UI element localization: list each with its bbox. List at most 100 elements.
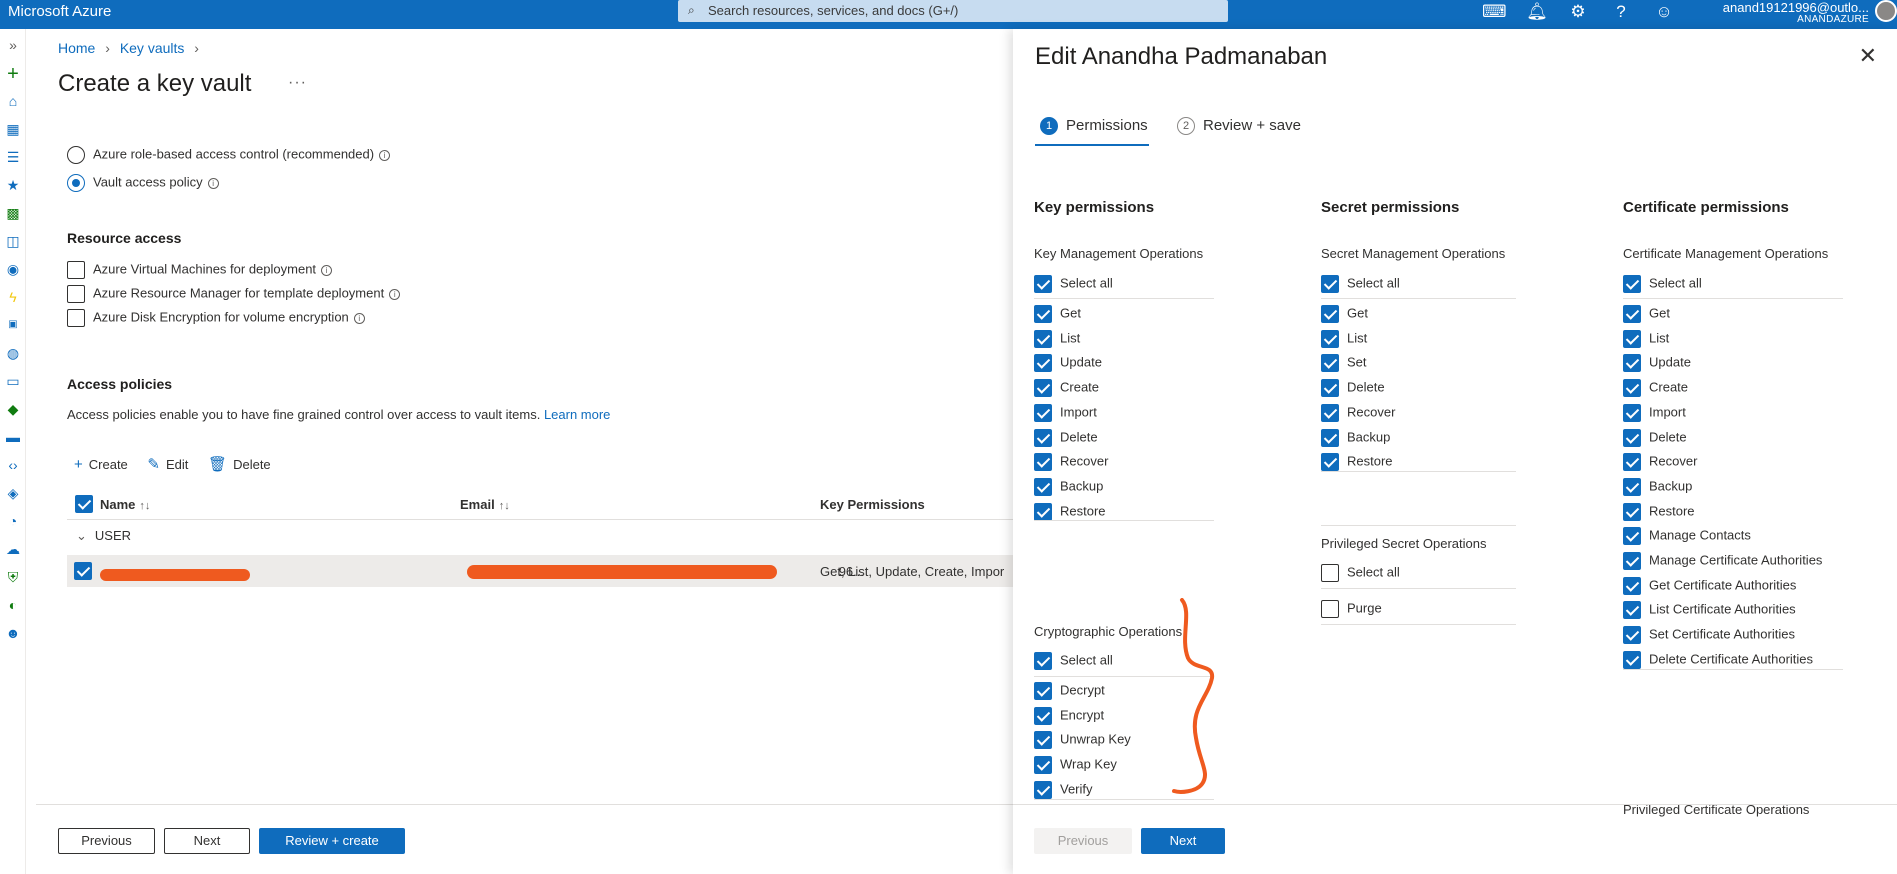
permission-checkbox[interactable]: Restore — [1034, 502, 1106, 521]
panel-next-button[interactable]: Next — [1141, 828, 1225, 854]
info-icon[interactable]: i — [207, 177, 219, 189]
checkbox[interactable] — [1034, 706, 1052, 725]
checkbox[interactable] — [1623, 354, 1641, 373]
settings-icon[interactable]: ⚙ — [1566, 2, 1590, 22]
edit-button[interactable]: ✎ Edit — [147, 455, 188, 473]
checkbox[interactable] — [1321, 305, 1339, 323]
permission-checkbox[interactable]: Recover — [1623, 453, 1697, 472]
permission-checkbox[interactable]: Create — [1623, 379, 1688, 398]
permission-checkbox[interactable]: Create — [1034, 379, 1099, 398]
info-icon[interactable]: i — [389, 288, 401, 300]
permission-checkbox[interactable]: Delete — [1034, 428, 1098, 447]
checkbox[interactable] — [1034, 275, 1052, 293]
checkbox[interactable] — [1623, 576, 1641, 595]
permission-checkbox[interactable]: Set — [1321, 354, 1367, 373]
cost-icon[interactable]: ◐ — [3, 595, 23, 615]
virtual-network-icon[interactable]: ‹› — [3, 455, 23, 475]
select-all-checkbox[interactable] — [75, 495, 101, 513]
permission-checkbox[interactable]: Get — [1034, 305, 1081, 323]
permission-checkbox[interactable]: List — [1623, 329, 1669, 348]
permission-checkbox[interactable]: Delete — [1321, 379, 1385, 398]
checkbox[interactable] — [1034, 477, 1052, 496]
secret-purge[interactable]: Purge — [1321, 600, 1382, 618]
permission-checkbox[interactable]: Update — [1623, 354, 1691, 373]
permission-checkbox[interactable]: Unwrap Key — [1034, 731, 1131, 750]
checkbox[interactable] — [75, 495, 93, 513]
checkbox[interactable] — [67, 309, 85, 327]
info-icon[interactable]: i — [379, 149, 391, 161]
key-crypto-select-all[interactable]: Select all — [1034, 652, 1113, 670]
permission-checkbox[interactable]: Import — [1623, 403, 1686, 422]
permission-checkbox[interactable]: List — [1034, 329, 1080, 348]
checkbox[interactable] — [67, 285, 85, 303]
avatar[interactable] — [1875, 0, 1897, 22]
checkbox[interactable] — [1034, 652, 1052, 670]
breadcrumb-home[interactable]: Home — [58, 40, 95, 56]
permission-checkbox[interactable]: Encrypt — [1034, 706, 1104, 725]
checkbox[interactable] — [1623, 275, 1641, 293]
app-services-icon[interactable]: ◉ — [3, 259, 23, 279]
permission-checkbox[interactable]: Update — [1034, 354, 1102, 373]
tab-review-save[interactable]: 2 Review + save — [1177, 117, 1301, 136]
entra-icon[interactable]: ◈ — [3, 483, 23, 503]
notifications-icon[interactable]: 🔔︎ — [1525, 2, 1549, 22]
checkbox-vm-deployment[interactable]: Azure Virtual Machines for deployment i — [67, 261, 333, 279]
permission-checkbox[interactable]: Backup — [1623, 477, 1692, 496]
panel-previous-button[interactable]: Previous — [1034, 828, 1132, 854]
expand-icon[interactable]: » — [3, 35, 23, 55]
checkbox[interactable] — [1321, 379, 1339, 398]
key-select-all[interactable]: Select all — [1034, 275, 1113, 293]
delete-button[interactable]: 🗑︎ Delete — [208, 455, 271, 473]
resource-groups-icon[interactable]: ◫ — [3, 231, 23, 251]
chevron-down-icon[interactable]: ⌄ — [76, 528, 87, 544]
checkbox[interactable] — [1321, 428, 1339, 447]
checkbox[interactable] — [1321, 329, 1339, 348]
cloud-shell-icon[interactable]: ⌨ — [1482, 2, 1507, 22]
checkbox[interactable] — [67, 261, 85, 279]
checkbox[interactable] — [1321, 403, 1339, 422]
permission-checkbox[interactable]: Set Certificate Authorities — [1623, 626, 1795, 645]
permission-checkbox[interactable]: Get Certificate Authorities — [1623, 576, 1796, 595]
favorites-icon[interactable]: ★ — [3, 175, 23, 195]
checkbox[interactable] — [1623, 502, 1641, 521]
permission-checkbox[interactable]: Delete Certificate Authorities — [1623, 650, 1813, 669]
checkbox[interactable] — [1623, 527, 1641, 546]
checkbox[interactable] — [1623, 428, 1641, 447]
checkbox-disk-encryption[interactable]: Azure Disk Encryption for volume encrypt… — [67, 309, 365, 327]
checkbox[interactable] — [1034, 731, 1052, 750]
sort-icon[interactable]: ↑↓ — [499, 500, 510, 512]
checkbox[interactable] — [74, 562, 92, 580]
permission-checkbox[interactable]: Restore — [1321, 453, 1393, 472]
sql-icon[interactable]: ▣ — [3, 315, 23, 335]
checkbox[interactable] — [1623, 552, 1641, 570]
checkbox[interactable] — [1034, 354, 1052, 373]
permission-checkbox[interactable]: Recover — [1034, 453, 1108, 472]
column-name[interactable]: Name ↑↓ — [100, 497, 150, 512]
permission-checkbox[interactable]: List Certificate Authorities — [1623, 601, 1796, 620]
permission-checkbox[interactable]: Manage Certificate Authorities — [1623, 552, 1822, 570]
permission-checkbox[interactable]: Get — [1321, 305, 1368, 323]
table-row[interactable]: 96... Get, List, Update, Create, Impor — [67, 555, 1013, 587]
checkbox[interactable] — [1034, 305, 1052, 323]
checkbox[interactable] — [1623, 305, 1641, 323]
all-services-icon[interactable]: ☰ — [3, 147, 23, 167]
info-icon[interactable]: i — [321, 264, 333, 276]
checkbox[interactable] — [1034, 502, 1052, 521]
search-box[interactable]: ⌕ Search resources, services, and docs (… — [678, 0, 1228, 22]
checkbox[interactable] — [1623, 650, 1641, 669]
permission-checkbox[interactable]: Wrap Key — [1034, 756, 1117, 775]
group-header-user[interactable]: ⌄ USER — [76, 528, 131, 544]
account-directory[interactable]: ANANDAZURE — [1797, 14, 1869, 25]
monitor-icon[interactable]: ◔ — [3, 511, 23, 531]
advisor-icon[interactable]: ☁ — [3, 539, 23, 559]
help-icon[interactable]: ? — [1609, 2, 1633, 22]
radio-rbac[interactable]: Azure role-based access control (recomme… — [67, 146, 391, 164]
checkbox[interactable] — [1034, 329, 1052, 348]
permission-checkbox[interactable]: Backup — [1034, 477, 1103, 496]
all-resources-icon[interactable]: ▩ — [3, 203, 23, 223]
column-email[interactable]: Email ↑↓ — [460, 497, 510, 512]
dashboard-icon[interactable]: ▦ — [3, 119, 23, 139]
permission-checkbox[interactable]: List — [1321, 329, 1367, 348]
create-button[interactable]: + Create — [74, 456, 128, 473]
sort-icon[interactable]: ↑↓ — [139, 500, 150, 512]
